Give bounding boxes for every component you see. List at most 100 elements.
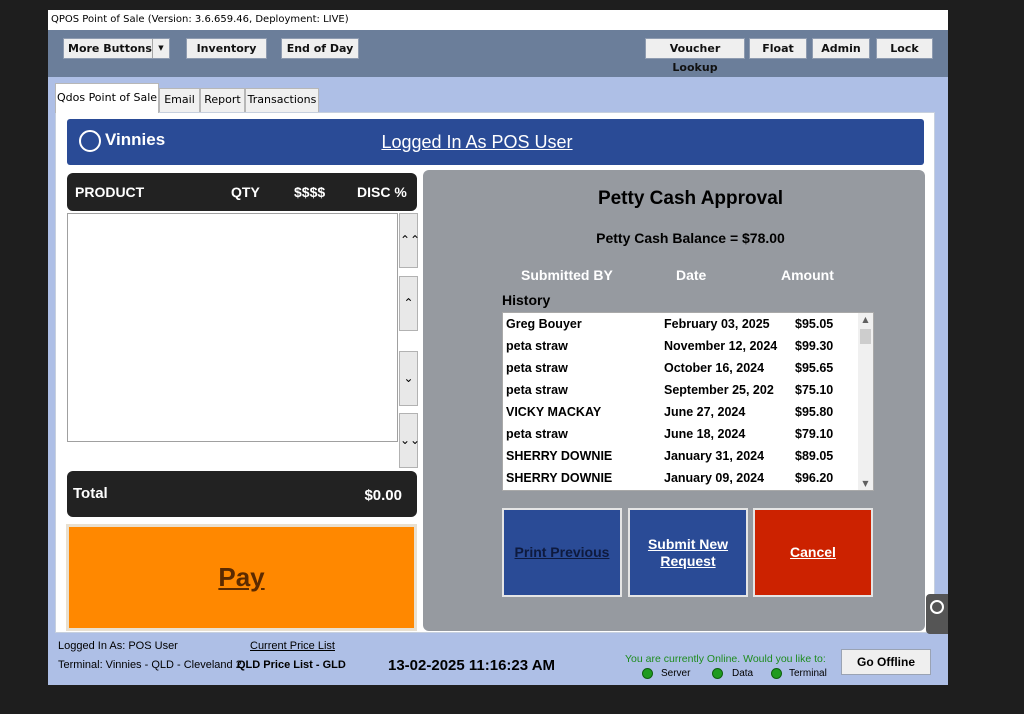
history-amount: $95.80 <box>795 405 834 419</box>
col-amount: Amount <box>781 267 834 283</box>
pay-button[interactable]: Pay <box>66 524 417 631</box>
voucher-lookup-button[interactable]: Voucher Lookup <box>645 38 745 74</box>
history-date: January 31, 2024 <box>664 449 765 463</box>
history-name: SHERRY DOWNIE <box>506 471 613 485</box>
history-amount: $95.05 <box>795 317 834 331</box>
online-status-message: You are currently Online. Would you like… <box>625 653 826 665</box>
double-chevron-up-icon: ⌃⌃ <box>400 233 421 247</box>
scroll-down-arrow-icon[interactable]: ▼ <box>858 479 873 488</box>
product-list[interactable] <box>67 213 398 442</box>
history-amount: $99.30 <box>795 339 834 353</box>
chevron-down-icon: ⌄ <box>403 371 414 385</box>
petty-cash-panel: Petty Cash Approval Petty Cash Balance =… <box>423 170 925 631</box>
data-status-icon <box>712 668 723 679</box>
current-price-list-link[interactable]: Current Price List <box>250 640 335 652</box>
col-date: Date <box>676 267 707 283</box>
remote-support-icon[interactable] <box>930 600 944 614</box>
history-name: peta straw <box>506 383 568 397</box>
total-bar: Total $0.00 <box>67 471 417 517</box>
data-status-label: Data <box>732 668 754 679</box>
submit-new-request-button[interactable]: Submit New Request <box>628 508 748 597</box>
history-name: SHERRY DOWNIE <box>506 449 613 463</box>
scroll-up-button[interactable]: ⌃ <box>399 276 418 331</box>
terminal-status-icon <box>771 668 782 679</box>
server-status-icon <box>642 668 653 679</box>
petty-cash-title: Petty Cash Approval <box>597 188 784 209</box>
history-date: September 25, 202 <box>664 383 774 397</box>
history-name: Greg Bouyer <box>506 317 582 331</box>
end-of-day-button[interactable]: End of Day <box>281 38 359 59</box>
inventory-button[interactable]: Inventory <box>186 38 267 59</box>
tab-report[interactable]: Report <box>200 88 245 112</box>
logged-in-user-link[interactable]: Logged In As POS User <box>67 132 887 153</box>
chevron-up-icon: ⌃ <box>403 296 414 310</box>
history-name: peta straw <box>506 361 568 375</box>
admin-button[interactable]: Admin <box>812 38 870 59</box>
history-date: June 18, 2024 <box>664 427 746 441</box>
side-tab-handle[interactable] <box>926 594 948 634</box>
list-item[interactable]: Greg Bouyer February 03, 2025 $95.05 <box>503 313 858 335</box>
terminal-status: Terminal: Vinnies - QLD - Cleveland 2 <box>58 659 242 671</box>
toolbar: More Buttons ▼ Inventory End of Day Vouc… <box>48 30 948 77</box>
history-name: peta straw <box>506 339 568 353</box>
status-bar: Logged In As: POS User Terminal: Vinnies… <box>48 635 948 685</box>
col-price: $$$$ <box>294 184 326 200</box>
history-amount: $89.05 <box>795 449 834 463</box>
list-item[interactable]: VICKY MACKAY June 27, 2024 $95.80 <box>503 401 858 423</box>
logged-in-status: Logged In As: POS User <box>58 640 178 652</box>
datetime-display: 13-02-2025 11:16:23 AM <box>388 657 556 674</box>
scroll-top-button[interactable]: ⌃⌃ <box>399 213 421 268</box>
server-status-label: Server <box>661 668 691 679</box>
pos-window: QPOS Point of Sale (Version: 3.6.659.46,… <box>48 10 948 685</box>
float-button[interactable]: Float <box>749 38 807 59</box>
petty-cash-balance: Petty Cash Balance = $78.00 <box>596 230 785 246</box>
product-table-header: PRODUCT QTY $$$$ DISC % <box>67 173 417 211</box>
total-value: $0.00 <box>364 487 402 504</box>
history-scrollbar[interactable]: ▲ ▼ <box>858 313 873 490</box>
history-date: June 27, 2024 <box>664 405 746 419</box>
history-label: History <box>502 292 551 308</box>
col-disc: DISC % <box>357 184 407 200</box>
terminal-status-label: Terminal <box>789 668 827 679</box>
col-qty: QTY <box>231 184 260 200</box>
history-amount: $79.10 <box>795 427 834 441</box>
list-item[interactable]: SHERRY DOWNIE January 09, 2024 $96.20 <box>503 467 858 489</box>
scrollbar-thumb[interactable] <box>860 329 871 344</box>
tab-transactions[interactable]: Transactions <box>245 88 319 112</box>
pos-panel: Vinnies Logged In As POS User PRODUCT QT… <box>55 112 935 633</box>
history-date: October 16, 2024 <box>664 361 765 375</box>
list-item[interactable]: peta straw June 18, 2024 $79.10 <box>503 423 858 445</box>
more-buttons-button[interactable]: More Buttons ▼ <box>63 38 170 59</box>
list-item[interactable]: peta straw September 25, 202 $75.10 <box>503 379 858 401</box>
double-chevron-down-icon: ⌄⌄ <box>400 433 421 447</box>
lock-button[interactable]: Lock <box>876 38 933 59</box>
history-name: VICKY MACKAY <box>506 405 602 419</box>
chevron-down-icon[interactable]: ▼ <box>152 39 169 58</box>
more-buttons-label: More Buttons <box>68 42 152 55</box>
cancel-button[interactable]: Cancel <box>753 508 873 597</box>
list-item[interactable]: peta straw November 12, 2024 $99.30 <box>503 335 858 357</box>
price-list-value: QLD Price List - GLD <box>237 659 346 671</box>
scroll-bottom-button[interactable]: ⌄⌄ <box>399 413 421 468</box>
list-item[interactable]: SHERRY DOWNIE January 31, 2024 $89.05 <box>503 445 858 467</box>
history-date: November 12, 2024 <box>664 339 778 353</box>
scroll-up-arrow-icon[interactable]: ▲ <box>858 315 873 324</box>
history-name: peta straw <box>506 427 568 441</box>
col-product: PRODUCT <box>75 184 145 200</box>
history-list[interactable]: Greg Bouyer February 03, 2025 $95.05 pet… <box>502 312 874 491</box>
tab-qdos-point-of-sale[interactable]: Qdos Point of Sale <box>55 83 159 113</box>
total-label: Total <box>73 485 108 502</box>
history-amount: $95.65 <box>795 361 834 375</box>
print-previous-button[interactable]: Print Previous <box>502 508 622 597</box>
history-amount: $75.10 <box>795 383 834 397</box>
go-offline-button[interactable]: Go Offline <box>841 649 931 675</box>
col-submitted-by: Submitted BY <box>521 267 613 283</box>
list-item[interactable]: peta straw October 16, 2024 $95.65 <box>503 357 858 379</box>
history-date: February 03, 2025 <box>664 317 770 331</box>
window-title: QPOS Point of Sale (Version: 3.6.659.46,… <box>48 10 948 30</box>
history-amount: $96.20 <box>795 471 834 485</box>
header-banner: Vinnies Logged In As POS User <box>67 119 924 165</box>
tab-email[interactable]: Email <box>159 88 200 112</box>
history-date: January 09, 2024 <box>664 471 765 485</box>
scroll-down-button[interactable]: ⌄ <box>399 351 418 406</box>
